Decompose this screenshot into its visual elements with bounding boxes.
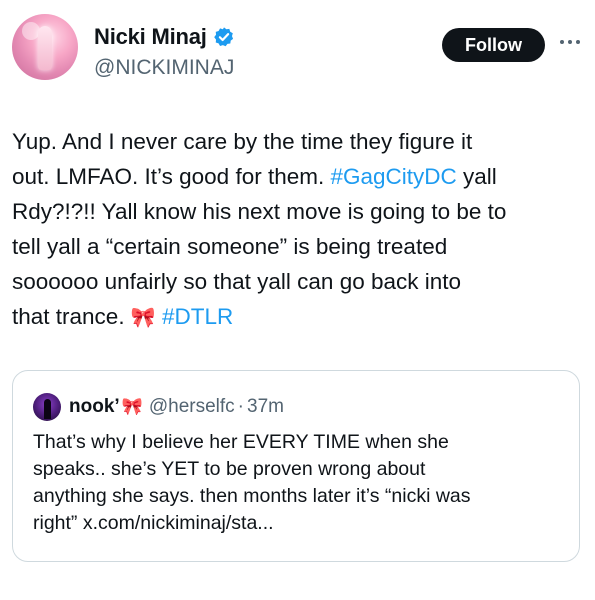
hashtag-link[interactable]: #GagCityDC	[330, 164, 456, 189]
avatar-silhouette	[44, 399, 51, 419]
author-name[interactable]: Nicki Minaj	[94, 24, 207, 50]
more-dots-icon[interactable]	[558, 34, 582, 54]
verified-badge-icon	[213, 26, 235, 48]
tweet-line: that trance.	[12, 304, 131, 329]
quoted-author-name[interactable]: nook’	[69, 396, 120, 418]
quoted-tweet-card[interactable]: nook’ 🎀 @herselfc · 37m That’s why I bel…	[12, 370, 580, 562]
avatar-figure	[38, 26, 52, 70]
follow-button[interactable]: Follow	[442, 28, 545, 62]
tweet-line: soooooo unfairly so that yall can go bac…	[12, 269, 462, 294]
separator-dot: ·	[237, 396, 244, 417]
tweet-line: out. LMFAO. It’s good for them.	[12, 164, 331, 189]
quoted-tweet-text: That’s why I believe her EVERY TIME when…	[33, 431, 471, 534]
ribbon-emoji: 🎀	[130, 307, 156, 329]
author-name-row: Nicki Minaj	[94, 24, 235, 50]
author-avatar[interactable]	[12, 14, 78, 80]
quoted-author-handle[interactable]: @herselfc	[149, 396, 235, 418]
tweet-line: tell yall a “certain someone” is being t…	[12, 234, 448, 259]
quoted-tweet-header: nook’ 🎀 @herselfc · 37m	[33, 393, 284, 421]
hashtag-link[interactable]: #DTLR	[162, 304, 233, 329]
ribbon-emoji: 🎀	[121, 397, 143, 416]
author-handle[interactable]: @NICKIMINAJ	[94, 56, 234, 80]
tweet-header: Nicki Minaj @NICKIMINAJ Follow	[12, 14, 583, 84]
tweet-line: Yup. And I never care by the time they f…	[12, 129, 473, 154]
quoted-timestamp[interactable]: 37m	[247, 396, 284, 418]
quoted-author-avatar[interactable]	[33, 393, 61, 421]
tweet-line: yall	[456, 164, 497, 189]
tweet-line: Rdy?!?!! Yall know his next move is goin…	[12, 199, 507, 224]
tweet-body: Yup. And I never care by the time they f…	[12, 124, 582, 336]
